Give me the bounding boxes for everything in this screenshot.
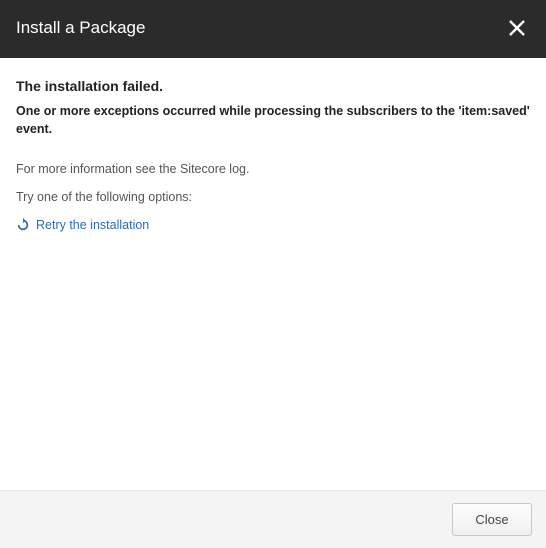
retry-row: Retry the installation bbox=[16, 218, 530, 232]
error-title: The installation failed. bbox=[16, 78, 530, 94]
refresh-icon bbox=[16, 218, 30, 232]
retry-link[interactable]: Retry the installation bbox=[36, 218, 149, 232]
info-text: For more information see the Sitecore lo… bbox=[16, 162, 530, 176]
dialog-content: The installation failed. One or more exc… bbox=[0, 58, 546, 490]
close-icon[interactable] bbox=[504, 17, 530, 39]
dialog-header: Install a Package bbox=[0, 0, 546, 58]
error-message: One or more exceptions occurred while pr… bbox=[16, 102, 530, 138]
dialog-footer: Close bbox=[0, 490, 546, 548]
close-button[interactable]: Close bbox=[452, 503, 532, 536]
options-text: Try one of the following options: bbox=[16, 190, 530, 204]
dialog-title: Install a Package bbox=[16, 18, 145, 38]
